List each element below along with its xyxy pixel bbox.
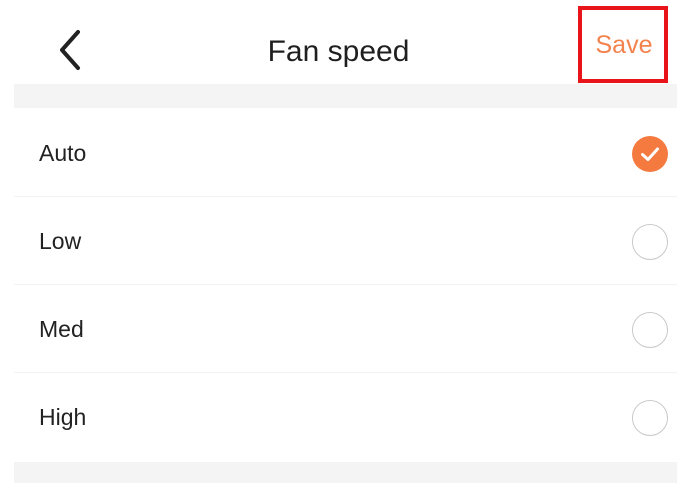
section-divider-top (14, 84, 677, 108)
option-label: Auto (39, 140, 87, 166)
unchecked-radio-icon[interactable] (632, 224, 668, 260)
unchecked-radio-icon[interactable] (632, 312, 668, 348)
unchecked-radio-icon[interactable] (632, 400, 668, 436)
top-bar: Fan speed Save (0, 0, 677, 84)
option-high[interactable]: High (14, 372, 677, 460)
save-button[interactable]: Save (578, 6, 668, 83)
option-auto[interactable]: Auto (14, 108, 677, 196)
option-low[interactable]: Low (14, 196, 677, 284)
option-label: Low (39, 228, 82, 254)
option-med[interactable]: Med (14, 284, 677, 372)
option-label: Med (39, 316, 84, 342)
checked-radio-icon[interactable] (632, 136, 668, 172)
option-label: High (39, 404, 87, 430)
section-divider-bottom (14, 462, 677, 483)
save-button-label: Save (595, 31, 653, 59)
page-title: Fan speed (267, 35, 410, 68)
fan-speed-option-list: Auto Low Med High (14, 108, 677, 460)
